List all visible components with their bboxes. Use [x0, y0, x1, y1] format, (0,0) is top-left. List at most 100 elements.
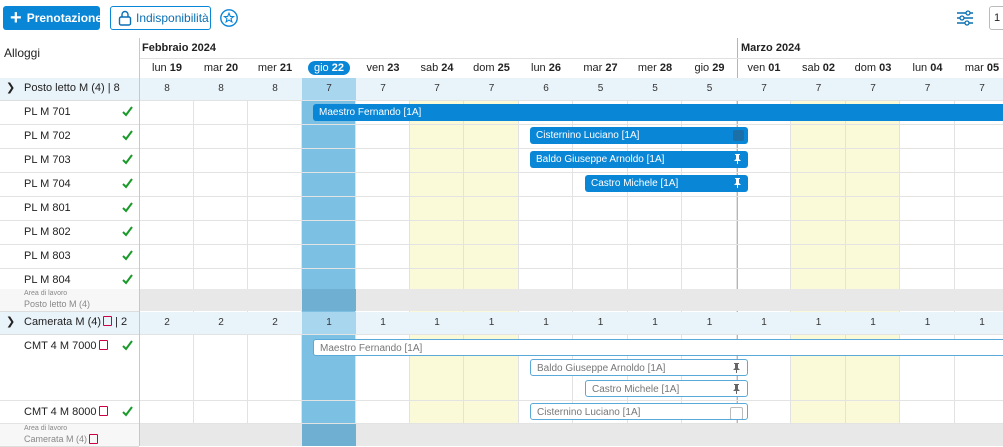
clean-broom-icon	[122, 226, 133, 237]
availability-count: 5	[652, 83, 658, 94]
page-size-select[interactable]: 1	[989, 6, 1003, 30]
group-row-camerata[interactable]: ❯ Camerata M (4) | 2	[0, 312, 139, 335]
booking-label: Maestro Fernando [1A]	[319, 107, 422, 118]
day-header[interactable]: lun 04	[900, 60, 955, 76]
work-area-caption: Area di lavoro	[24, 290, 68, 297]
gender-tag-icon	[98, 340, 108, 351]
day-header-today[interactable]: gio 22	[302, 60, 356, 76]
day-header[interactable]: mer 28	[628, 60, 682, 76]
booking-label: Baldo Giuseppe Arnoldo [1A]	[536, 154, 665, 165]
day-header[interactable]: dom 25	[464, 60, 519, 76]
availability-count: 1	[597, 317, 604, 328]
pin-icon[interactable]	[733, 154, 742, 164]
unavailability-button[interactable]: Indisponibilità	[110, 6, 211, 30]
availability-count: 7	[979, 83, 985, 94]
new-booking-button[interactable]: + Prenotazione	[3, 6, 102, 30]
availability-count: 7	[761, 83, 767, 94]
availability-count: 2	[272, 317, 278, 328]
day-header[interactable]: dom 03	[846, 60, 900, 76]
clean-broom-icon	[122, 130, 133, 141]
row-divider	[140, 148, 1003, 149]
room-row[interactable]: CMT 4 M 8000	[0, 401, 139, 424]
booking-bar-ghost[interactable]: Baldo Giuseppe Arnoldo [1A]	[530, 359, 748, 376]
booking-bar-ghost[interactable]: Maestro Fernando [1A]	[313, 339, 1003, 356]
availability-count: 6	[543, 83, 549, 94]
booking-label: Cisternino Luciano [1A]	[537, 407, 641, 418]
availability-count: 8	[218, 83, 224, 94]
booking-bar[interactable]: Castro Michele [1A]	[585, 175, 748, 192]
filter-settings-icon[interactable]	[956, 10, 974, 26]
room-name: PL M 802	[24, 226, 71, 238]
availability-count: 1	[488, 317, 495, 328]
work-area-caption: Area di lavoro	[24, 425, 68, 432]
work-area-name: Camerata M (4)	[24, 433, 99, 445]
day-header[interactable]: sab 02	[791, 60, 846, 76]
month-label: Febbraio 2024	[142, 42, 216, 54]
room-row[interactable]: PL M 804	[0, 269, 139, 290]
row-divider	[140, 172, 1003, 173]
room-row[interactable]: PL M 703	[0, 149, 139, 173]
header-divider	[140, 58, 1003, 59]
chevron-down-icon[interactable]: ❯	[6, 315, 15, 328]
availability-count: 1	[543, 317, 549, 328]
room-row[interactable]: PL M 701	[0, 101, 139, 125]
day-header[interactable]: mar 05	[955, 60, 1003, 76]
day-header[interactable]: mer 21	[248, 60, 302, 76]
lock-icon	[118, 10, 132, 26]
pin-icon[interactable]	[733, 178, 742, 188]
room-name: PL M 801	[24, 202, 71, 214]
work-area-strip	[140, 289, 1003, 311]
pin-icon[interactable]	[732, 363, 741, 373]
room-row[interactable]: PL M 803	[0, 245, 139, 269]
room-row[interactable]: PL M 702	[0, 125, 139, 149]
work-area-name: Posto letto M (4)	[24, 299, 91, 309]
status-square-icon[interactable]	[733, 130, 744, 141]
group-label: Camerata M (4) | 2	[24, 316, 128, 328]
booking-label: Baldo Giuseppe Arnoldo [1A]	[537, 363, 666, 374]
day-header[interactable]: mar 27	[573, 60, 628, 76]
star-icon[interactable]	[220, 9, 238, 27]
day-header[interactable]: ven 23	[356, 60, 410, 76]
work-area-strip	[140, 424, 1003, 446]
row-divider	[140, 196, 1003, 197]
day-header[interactable]: mar 20	[194, 60, 248, 76]
work-area-today	[302, 289, 356, 311]
day-header[interactable]: gio 29	[682, 60, 737, 76]
row-divider	[140, 220, 1003, 221]
booking-bar[interactable]: Maestro Fernando [1A]	[313, 104, 1003, 121]
room-name: PL M 701	[24, 106, 71, 118]
availability-count: 7	[488, 83, 495, 94]
booking-bar[interactable]: Cisternino Luciano [1A]	[530, 127, 748, 144]
status-square-icon[interactable]	[730, 407, 743, 419]
room-name: PL M 703	[24, 154, 71, 166]
availability-count: 1	[870, 317, 876, 328]
booking-label: Maestro Fernando [1A]	[320, 343, 423, 354]
room-row[interactable]: PL M 704	[0, 173, 139, 197]
room-name: CMT 4 M 8000	[24, 406, 108, 418]
availability-count: 1	[434, 317, 440, 328]
booking-bar[interactable]: Baldo Giuseppe Arnoldo [1A]	[530, 151, 748, 168]
room-row[interactable]: CMT 4 M 7000	[0, 335, 139, 401]
room-name: PL M 704	[24, 178, 71, 190]
booking-bar-ghost[interactable]: Castro Michele [1A]	[585, 380, 748, 397]
day-header[interactable]: lun 19	[140, 60, 194, 76]
clean-broom-icon	[122, 274, 133, 285]
availability-count: 5	[706, 83, 713, 94]
room-row[interactable]: PL M 802	[0, 221, 139, 245]
clean-broom-icon	[122, 202, 133, 213]
group-row-posto-letto[interactable]: ❯ Posto letto M (4) | 8	[0, 78, 139, 101]
day-header[interactable]: ven 01	[737, 60, 791, 76]
pin-icon[interactable]	[732, 384, 741, 394]
day-header[interactable]: sab 24	[410, 60, 464, 76]
booking-label: Cisternino Luciano [1A]	[536, 130, 640, 141]
resource-header: Alloggi	[0, 38, 139, 79]
day-header[interactable]: lun 26	[519, 60, 573, 76]
plus-icon: +	[10, 7, 22, 29]
booking-bar-ghost[interactable]: Cisternino Luciano [1A]	[530, 403, 748, 420]
booking-label: Castro Michele [1A]	[591, 178, 679, 189]
chevron-down-icon[interactable]: ❯	[6, 81, 15, 94]
room-row[interactable]: PL M 801	[0, 197, 139, 221]
booking-label: Castro Michele [1A]	[592, 384, 680, 395]
scheduler-grid: Febbraio 2024 Marzo 2024 lun 19 mar 20 m…	[139, 38, 1003, 446]
work-area-today	[302, 424, 356, 446]
